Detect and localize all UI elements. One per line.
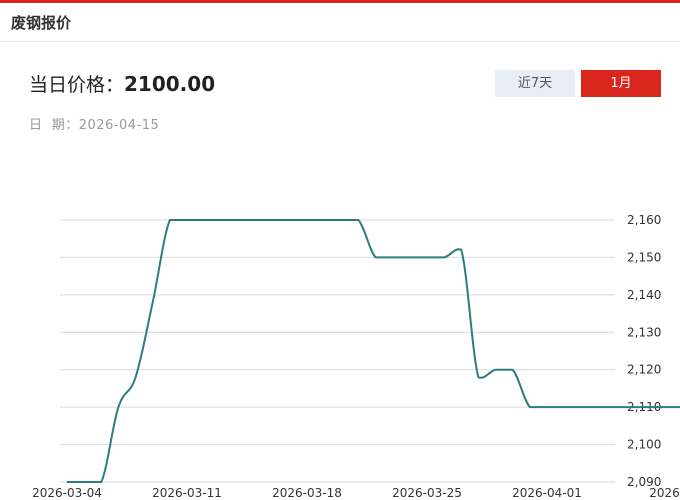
y-tick-label: 2,120 [627,363,661,377]
series-layer [67,219,680,483]
y-tick-label: 2,140 [627,288,661,302]
price-line-chart: 2,0902,1002,1102,1202,1302,1402,1502,160… [32,213,680,500]
x-tick-label: 2026-03-25 [392,486,462,500]
x-tick-label: 2026-04-09 [649,486,680,500]
x-tick-label: 2026-03-18 [272,486,342,500]
x-tick-label: 2026-03-11 [152,486,222,500]
y-axis-labels: 2,0902,1002,1102,1202,1302,1402,1502,160 [627,213,661,489]
y-tick-label: 2,100 [627,438,661,452]
y-tick-label: 2,130 [627,325,661,339]
x-tick-label: 2026-03-04 [32,486,102,500]
y-tick-label: 2,160 [627,213,661,227]
price-series-line [67,219,680,483]
x-axis-labels: 2026-03-04 2026-03-11 2026-03-18 2026-03-25… [32,486,680,500]
x-tick-label: 2026-04-01 [512,486,582,500]
y-tick-label: 2,150 [627,250,661,264]
